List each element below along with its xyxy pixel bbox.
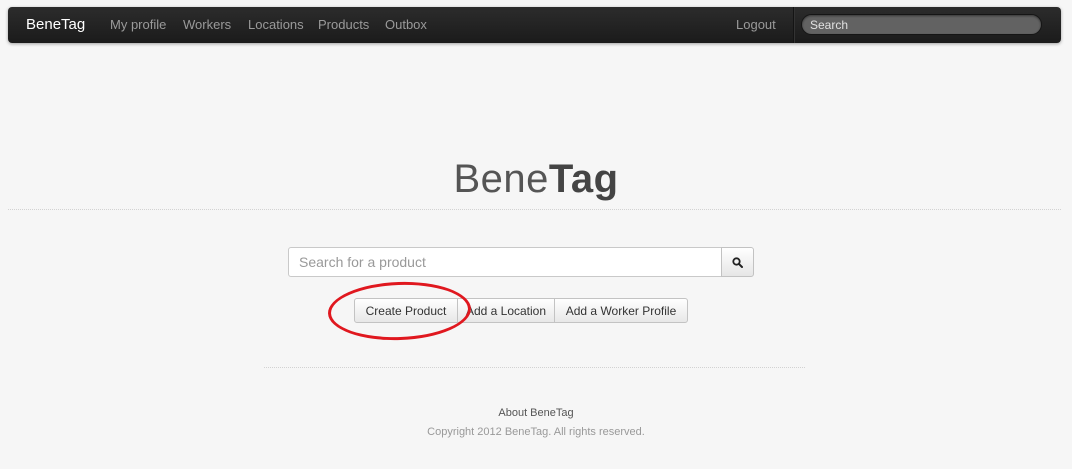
divider-top: [8, 209, 1061, 210]
search-icon: [732, 256, 743, 268]
nav-divider: [793, 7, 795, 43]
nav-workers[interactable]: Workers: [183, 17, 231, 32]
title-bold: Tag: [548, 157, 619, 201]
logout-link[interactable]: Logout: [736, 17, 776, 32]
about-link[interactable]: About BeneTag: [0, 407, 1072, 419]
add-location-button[interactable]: Add a Location: [457, 298, 555, 323]
copyright-text: Copyright 2012 BeneTag. All rights reser…: [427, 426, 645, 438]
nav-my-profile[interactable]: My profile: [110, 17, 166, 32]
nav-outbox[interactable]: Outbox: [385, 17, 427, 32]
title-light: Bene: [453, 157, 549, 201]
top-navbar: BeneTag My profile Workers Locations Pro…: [8, 7, 1061, 43]
nav-products[interactable]: Products: [318, 17, 369, 32]
add-worker-profile-button[interactable]: Add a Worker Profile: [554, 298, 688, 323]
nav-locations[interactable]: Locations: [248, 17, 304, 32]
divider-bottom: [264, 367, 805, 368]
product-search-input[interactable]: [288, 247, 722, 277]
create-product-button[interactable]: Create Product: [354, 298, 458, 323]
product-search-button[interactable]: [721, 247, 754, 277]
page-title: BeneTag: [0, 157, 1072, 202]
brand-link[interactable]: BeneTag: [26, 16, 85, 33]
navbar-search-input[interactable]: [801, 14, 1042, 35]
